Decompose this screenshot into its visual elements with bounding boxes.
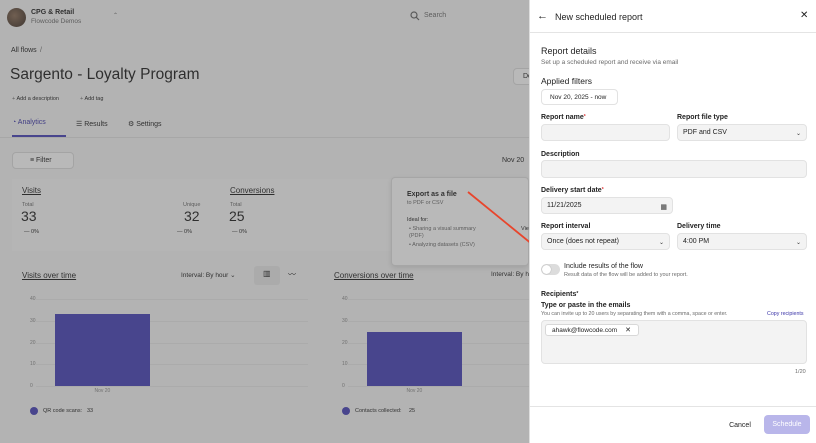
chevron-down-icon: ⌄ <box>795 239 801 246</box>
close-icon[interactable]: ✕ <box>800 10 808 21</box>
remove-recipient-icon[interactable]: ✕ <box>625 326 631 334</box>
recipient-chip: ahawk@flowcode.com ✕ <box>545 324 639 336</box>
filter-chip[interactable]: Nov 20, 2025 - now <box>541 89 618 105</box>
include-results-toggle[interactable] <box>541 264 560 275</box>
include-results-subtitle: Result data of the flow will be added to… <box>564 272 688 278</box>
description-label: Description <box>541 151 580 158</box>
modal-backdrop[interactable] <box>0 0 529 443</box>
chevron-down-icon: ⌄ <box>795 130 801 137</box>
panel-header: ← New scheduled report ✕ <box>530 0 816 33</box>
report-name-input[interactable] <box>541 124 670 141</box>
description-input[interactable] <box>541 160 807 178</box>
report-name-label: Report name* <box>541 114 586 121</box>
type-paste-label: Type or paste in the emails <box>541 302 631 309</box>
calendar-icon[interactable]: ▦ <box>660 203 667 211</box>
toggle-knob <box>542 265 551 274</box>
start-date-label: Delivery start date* <box>541 187 604 194</box>
file-type-label: Report file type <box>677 114 728 121</box>
interval-value: Once (does not repeat) <box>547 238 619 245</box>
cancel-button[interactable]: Cancel <box>722 416 758 434</box>
include-results-title: Include results of the flow <box>564 263 643 270</box>
report-name-label-text: Report name <box>541 114 584 121</box>
panel-title: New scheduled report <box>555 12 643 22</box>
delivery-time-select[interactable]: 4:00 PM ⌄ <box>677 233 807 250</box>
interval-select[interactable]: Once (does not repeat) ⌄ <box>541 233 670 250</box>
start-date-input[interactable]: 11/21/2025 ▦ <box>541 197 673 214</box>
chevron-down-icon: ⌄ <box>658 239 664 246</box>
start-date-label-text: Delivery start date <box>541 187 602 194</box>
required-marker: * <box>576 291 579 297</box>
required-marker: * <box>601 187 604 193</box>
delivery-time-value: 4:00 PM <box>683 238 710 245</box>
file-type-select[interactable]: PDF and CSV ⌄ <box>677 124 807 141</box>
required-marker: * <box>583 114 586 120</box>
applied-filters-title: Applied filters <box>541 76 593 86</box>
type-paste-hint: You can invite up to 20 users by separat… <box>541 311 728 317</box>
schedule-button[interactable]: Schedule <box>764 415 810 434</box>
report-details-subtitle: Set up a scheduled report and receive vi… <box>541 59 679 66</box>
interval-label: Report interval <box>541 223 591 230</box>
delivery-time-label: Delivery time <box>677 223 721 230</box>
recipients-label: Recipients* <box>541 291 578 298</box>
panel-footer: Cancel Schedule <box>530 406 816 443</box>
start-date-value: 11/21/2025 <box>547 202 582 209</box>
file-type-value: PDF and CSV <box>683 129 727 136</box>
back-arrow-icon[interactable]: ← <box>537 10 548 22</box>
filter-chip-label: Nov 20, 2025 - now <box>550 94 607 101</box>
copy-recipients-link[interactable]: Copy recipients <box>767 311 804 317</box>
report-details-title: Report details <box>541 46 597 56</box>
recipient-count: 1/20 <box>795 369 806 375</box>
scheduled-report-panel: ← New scheduled report ✕ Report details … <box>529 0 816 443</box>
recipients-label-text: Recipients <box>541 291 577 298</box>
recipient-email: ahawk@flowcode.com <box>552 327 618 334</box>
